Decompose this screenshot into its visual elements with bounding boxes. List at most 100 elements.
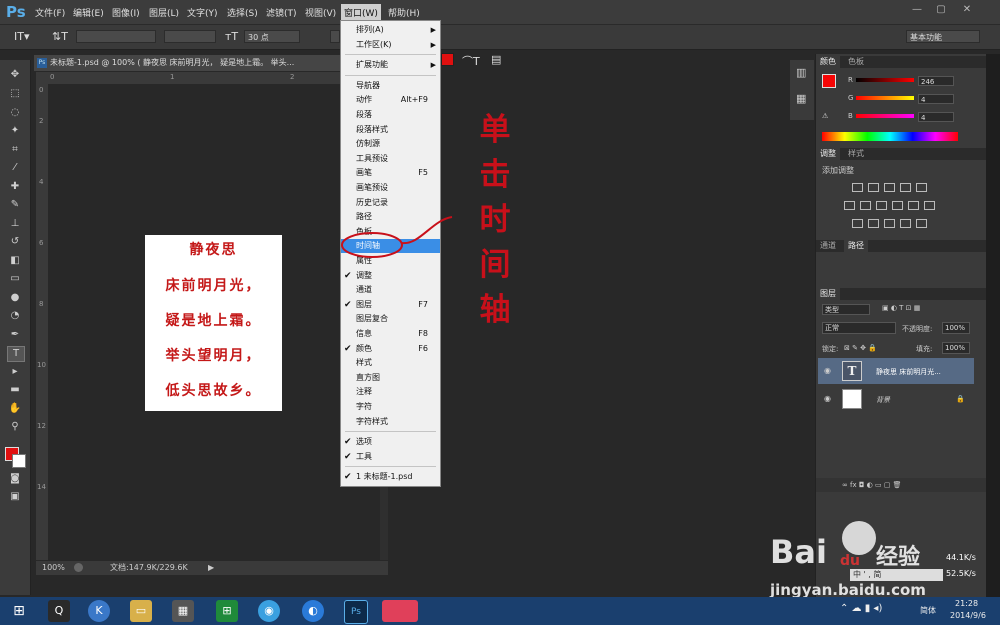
status-arrow-icon[interactable]: ▶ xyxy=(208,561,214,575)
app-thumb-icon[interactable] xyxy=(382,600,418,622)
maximize-button[interactable]: ▢ xyxy=(930,3,952,17)
tab-paths[interactable]: 路径 xyxy=(844,240,868,252)
gradient-map-icon[interactable] xyxy=(900,219,911,228)
layer-filter-select[interactable]: 类型 xyxy=(822,304,870,315)
window-menu-item[interactable]: 段落样式 xyxy=(341,123,440,137)
window-menu-item[interactable]: 通道 xyxy=(341,283,440,297)
healing-brush-tool-icon[interactable]: ✚ xyxy=(7,180,23,194)
text-tool-icon[interactable]: IT▾ xyxy=(14,30,30,43)
red-slider[interactable] xyxy=(856,78,914,82)
color-lookup-icon[interactable] xyxy=(924,201,935,210)
window-menu-item[interactable]: 画笔预设 xyxy=(341,181,440,195)
menu-file[interactable]: 文件(F) xyxy=(35,6,65,19)
text-color-swatch[interactable] xyxy=(441,53,454,66)
path-selection-tool-icon[interactable]: ▸ xyxy=(7,365,23,379)
text-orientation-icon[interactable]: ⇅T xyxy=(52,30,68,43)
browser-icon[interactable]: ◐ xyxy=(302,600,324,622)
window-menu-item[interactable]: 字符 xyxy=(341,400,440,414)
window-menu-item[interactable]: 导航器 xyxy=(341,79,440,93)
blue-value[interactable]: 4 xyxy=(918,112,954,122)
visibility-eye-icon[interactable]: ◉ xyxy=(824,366,831,375)
status-menu-icon[interactable] xyxy=(74,563,83,572)
selective-color-icon[interactable] xyxy=(916,219,927,228)
window-menu-item[interactable]: 工作区(K) ▶ xyxy=(341,38,440,52)
shape-tool-icon[interactable]: ▬ xyxy=(7,383,23,397)
document-canvas[interactable]: 静夜思 床前明月光， 疑是地上霜。 举头望明月， 低头思故乡。 xyxy=(145,235,282,411)
window-menu-item[interactable]: 段落 xyxy=(341,108,440,122)
antialias-select[interactable] xyxy=(330,30,340,43)
character-panel-icon[interactable]: ▤ xyxy=(491,53,501,66)
layers-footer-icons[interactable]: ∞ fx ◘ ◐ ▭ ▢ 🗑 xyxy=(842,481,902,489)
clock-time[interactable]: 21:28 xyxy=(955,599,978,608)
clock-date[interactable]: 2014/9/6 xyxy=(950,611,986,620)
background-color-swatch[interactable] xyxy=(12,454,26,468)
eyedropper-tool-icon[interactable]: ⁄ xyxy=(7,161,23,175)
menu-window[interactable]: 窗口(W) xyxy=(341,4,381,21)
menu-type[interactable]: 文字(Y) xyxy=(187,6,218,19)
blur-tool-icon[interactable]: ● xyxy=(7,291,23,305)
fill-value[interactable]: 100% xyxy=(942,342,970,354)
opacity-value[interactable]: 100% xyxy=(942,322,970,334)
window-menu-item[interactable]: ✔ 1 未标题-1.psd xyxy=(341,470,440,484)
tab-layers[interactable]: 图层 xyxy=(816,288,840,300)
close-button[interactable]: ✕ xyxy=(956,3,978,17)
gradient-tool-icon[interactable]: ▭ xyxy=(7,272,23,286)
menu-select[interactable]: 选择(S) xyxy=(227,6,258,19)
app-grid-icon[interactable]: ▦ xyxy=(172,600,194,622)
color-spectrum-bar[interactable] xyxy=(822,132,958,141)
window-menu-item[interactable]: ✔ 颜色 F6 xyxy=(341,342,440,356)
kugou-icon[interactable]: K xyxy=(88,600,110,622)
window-menu-item[interactable]: 样式 xyxy=(341,356,440,370)
hue-saturation-icon[interactable] xyxy=(844,201,855,210)
window-menu-item[interactable]: 图层复合 xyxy=(341,312,440,326)
type-tool-icon[interactable]: T xyxy=(7,346,25,362)
vibrance-icon[interactable] xyxy=(916,183,927,192)
crop-tool-icon[interactable]: ⌗ xyxy=(7,143,23,157)
layer-row-background[interactable]: ◉ 背景 🔒 xyxy=(818,386,974,412)
quick-mask-icon[interactable]: ◙ xyxy=(7,472,23,486)
brush-tool-icon[interactable]: ✎ xyxy=(7,198,23,212)
posterize-icon[interactable] xyxy=(868,219,879,228)
menu-help[interactable]: 帮助(H) xyxy=(388,6,420,19)
color-foreground-swatch[interactable] xyxy=(822,74,836,88)
ime-toolbar[interactable]: 中 ' , 简 xyxy=(850,569,943,581)
file-explorer-icon[interactable]: ▭ xyxy=(130,600,152,622)
lasso-tool-icon[interactable]: ◌ xyxy=(7,106,23,120)
window-menu-item[interactable]: 排列(A) ▶ xyxy=(341,23,440,37)
green-value[interactable]: 4 xyxy=(918,94,954,104)
tab-adjustments[interactable]: 调整 xyxy=(816,148,840,160)
history-brush-tool-icon[interactable]: ↺ xyxy=(7,235,23,249)
tab-channels[interactable]: 通道 xyxy=(816,240,840,252)
menu-filter[interactable]: 滤镜(T) xyxy=(266,6,297,19)
green-slider[interactable] xyxy=(856,96,914,100)
pen-tool-icon[interactable]: ✒ xyxy=(7,328,23,342)
window-menu-item[interactable]: 动作 Alt+F9 xyxy=(341,93,440,107)
zoom-level[interactable]: 100% xyxy=(42,561,65,575)
workspace-select[interactable]: 基本功能 xyxy=(906,30,980,43)
menu-image[interactable]: 图像(I) xyxy=(112,6,140,19)
window-menu-item[interactable]: 工具预设 xyxy=(341,152,440,166)
menu-view[interactable]: 视图(V) xyxy=(305,6,336,19)
hand-tool-icon[interactable]: ✋ xyxy=(7,402,23,416)
window-menu-item[interactable]: 直方图 xyxy=(341,371,440,385)
window-menu-item[interactable]: 信息 F8 xyxy=(341,327,440,341)
move-tool-icon[interactable]: ✥ xyxy=(7,68,23,82)
magic-wand-tool-icon[interactable]: ✦ xyxy=(7,124,23,138)
photo-filter-icon[interactable] xyxy=(892,201,903,210)
brightness-icon[interactable] xyxy=(852,183,863,192)
minimize-button[interactable]: — xyxy=(906,3,928,17)
layer-row-text[interactable]: ◉ T 静夜思 床前明月光... xyxy=(818,358,974,384)
ime-indicator[interactable]: 简体 xyxy=(920,605,936,616)
window-menu-item[interactable]: 注释 xyxy=(341,385,440,399)
history-panel-icon[interactable]: ▥ xyxy=(796,66,806,79)
window-menu-item[interactable]: 仿制源 xyxy=(341,137,440,151)
font-family-select[interactable] xyxy=(76,30,156,43)
dodge-tool-icon[interactable]: ◔ xyxy=(7,309,23,323)
eraser-tool-icon[interactable]: ◧ xyxy=(7,254,23,268)
layer-filter-icons[interactable]: ▣ ◐ T ⊡ ▦ xyxy=(882,304,920,312)
red-value[interactable]: 246 xyxy=(918,76,954,86)
color-balance-icon[interactable] xyxy=(860,201,871,210)
menu-edit[interactable]: 编辑(E) xyxy=(73,6,104,19)
window-menu-item[interactable]: 字符样式 xyxy=(341,415,440,429)
window-menu-item[interactable]: ✔ 工具 xyxy=(341,450,440,464)
